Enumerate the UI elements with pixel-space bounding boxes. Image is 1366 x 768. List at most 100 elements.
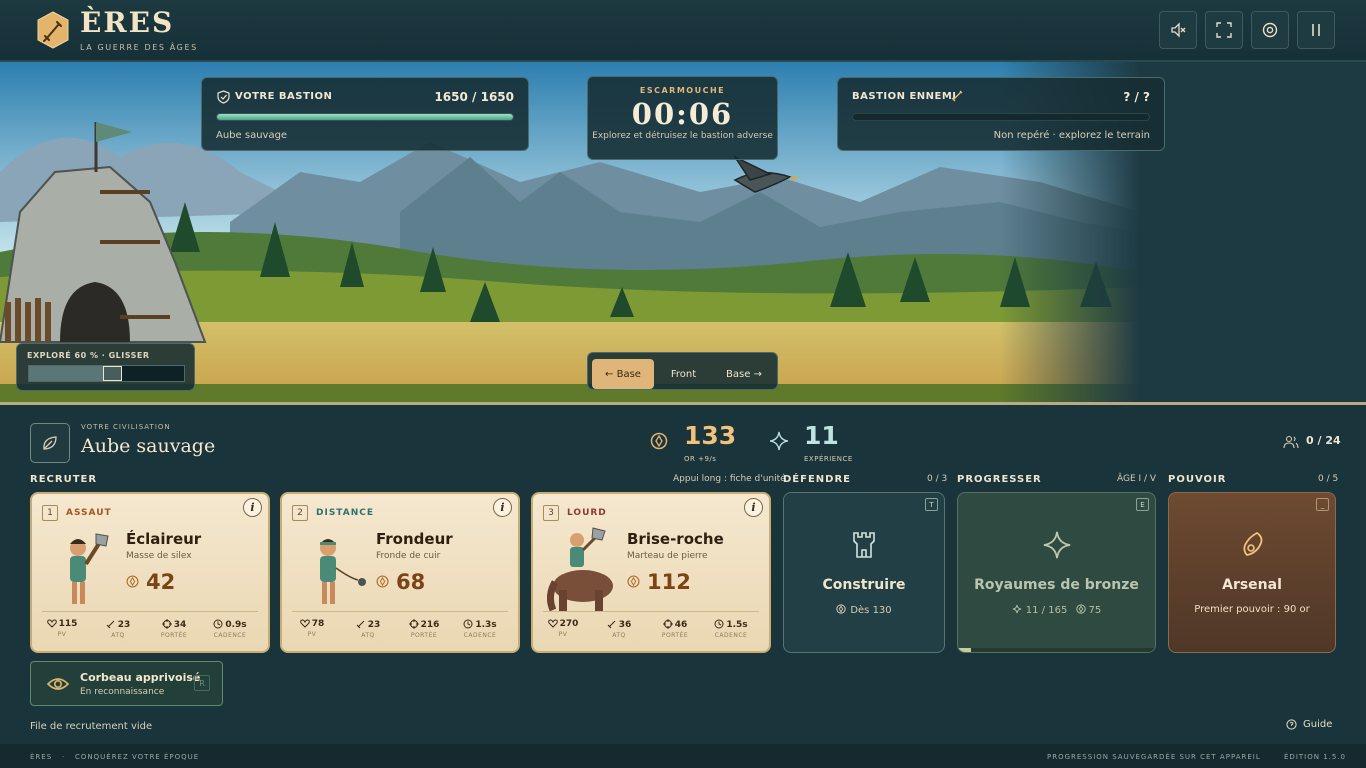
- civ-label: VOTRE CIVILISATION: [81, 423, 171, 431]
- brise-roche-sprite: [547, 527, 613, 612]
- unit-card-brise-roche[interactable]: 3 LOURD i Brise-roche Marteau de pierre …: [531, 492, 771, 653]
- stat-rate: 1.3s CADENCE: [452, 619, 508, 639]
- heart-icon: [299, 619, 310, 628]
- recruit-hint: Appui long : fiche d'unité: [673, 474, 786, 484]
- enemy-bastion-status: Non repéré · explorez le terrain: [993, 130, 1150, 141]
- power-arsenal-button[interactable]: _ Arsenal Premier pouvoir : 90 or: [1168, 492, 1336, 653]
- build-cost-value: Dès 130: [850, 605, 892, 616]
- mute-icon: [1171, 22, 1186, 38]
- sword-icon: [951, 90, 963, 102]
- command-console: VOTRE CIVILISATION Aube sauvage 133 OR +…: [0, 402, 1366, 744]
- stat-hp-label: PV: [57, 631, 67, 638]
- mute-button[interactable]: [1159, 11, 1197, 49]
- stat-hp-label: PV: [558, 631, 568, 638]
- player-bastion-hp-bar: [216, 113, 514, 121]
- footer: ÈRES · CONQUÉREZ VOTRE ÉPOQUE PROGRESSIO…: [0, 744, 1366, 768]
- unit-card-frondeur[interactable]: 2 DISTANCE i Frondeur Fronde de cuir 68 …: [280, 492, 520, 653]
- age-progress-fill: [958, 648, 972, 652]
- build-label: Construire: [822, 577, 906, 593]
- camera-nav-front[interactable]: Front: [656, 359, 711, 389]
- build-cost: Dès 130: [784, 604, 944, 616]
- match-timer-panel: ESCARMOUCHE 00:06 Explorez et détruisez …: [587, 76, 778, 160]
- card-divider: [292, 611, 508, 612]
- gold-coin-icon: [1075, 604, 1086, 614]
- unit-hotkey: 2: [292, 505, 308, 521]
- xp-amount: 11: [804, 421, 839, 450]
- stat-hp: 270 PV: [535, 619, 591, 638]
- guide-button[interactable]: Guide: [1286, 719, 1332, 730]
- unit-cost: 68: [396, 570, 426, 594]
- footer-version: ÉDITION 1.5.0: [1284, 753, 1346, 761]
- gold-coin-icon: [836, 604, 846, 614]
- fullscreen-button[interactable]: [1205, 11, 1243, 49]
- minimap-viewport-handle[interactable]: [103, 366, 122, 381]
- advance-age-cost: 11 / 165 75: [958, 604, 1155, 616]
- unit-cost: 42: [146, 570, 176, 594]
- settings-icon: [1262, 22, 1278, 38]
- unit-name: Éclaireur: [126, 530, 202, 548]
- sword-icon: [607, 620, 616, 629]
- gold-coin-icon: [627, 575, 640, 588]
- unit-hotkey: 3: [543, 505, 559, 521]
- stat-range: 216 PORTÉE: [396, 619, 452, 639]
- camera-nav: ← Base Front Base →: [587, 352, 778, 390]
- exploration-panel: EXPLORÉ 60 % · GLISSER: [16, 343, 195, 391]
- unit-info-button[interactable]: i: [744, 498, 763, 517]
- civ-emblem: [30, 423, 70, 463]
- stat-atk-label: ATQ: [111, 632, 125, 639]
- unit-class: ASSAUT: [66, 508, 112, 518]
- civ-name: Aube sauvage: [81, 435, 216, 457]
- stat-range-value: 46: [674, 620, 688, 630]
- stat-rate: 0.9s CADENCE: [202, 619, 258, 639]
- guide-label: Guide: [1303, 719, 1333, 730]
- stat-hp: 78 PV: [284, 619, 340, 638]
- footer-dot: ·: [62, 753, 66, 761]
- stat-range: 34 PORTÉE: [146, 619, 202, 639]
- eclaireur-sprite: [70, 533, 109, 604]
- shield-check-icon: [217, 90, 230, 104]
- top-bar: ÈRES LA GUERRE DES ÂGES: [0, 0, 1366, 62]
- mode-objective: Explorez et détruisez le bastion adverse: [592, 131, 773, 141]
- scout-name: Corbeau apprivoisé: [80, 671, 201, 684]
- population-count: 0 / 24: [1306, 434, 1341, 447]
- exploration-minimap[interactable]: [28, 365, 185, 382]
- stat-rate-label: CADENCE: [463, 632, 497, 639]
- unit-cost: 112: [647, 570, 691, 594]
- stat-hp-value: 115: [58, 619, 78, 629]
- match-timer: 00:06: [631, 97, 734, 131]
- power-title: POUVOIR: [1168, 474, 1227, 485]
- advance-age-button[interactable]: E Royaumes de bronze 11 / 165 75: [957, 492, 1156, 653]
- exploration-label: EXPLORÉ 60 % · GLISSER: [27, 351, 150, 360]
- help-icon: [1286, 719, 1297, 730]
- hotkey-badge: _: [1316, 498, 1329, 511]
- sparkle-icon: [1043, 531, 1071, 559]
- player-hp-fill: [217, 114, 513, 120]
- gold-coin-icon: [126, 575, 139, 588]
- advance-age-gold: 75: [1088, 605, 1102, 616]
- unit-info-button[interactable]: i: [243, 498, 262, 517]
- pause-icon: [1312, 24, 1320, 36]
- stat-rate-value: 0.9s: [225, 620, 247, 630]
- scout-raven-button[interactable]: Corbeau apprivoisé En reconnaissance R: [30, 661, 223, 706]
- footer-tagline: CONQUÉREZ VOTRE ÉPOQUE: [75, 753, 200, 761]
- gold-amount: 133: [684, 421, 737, 450]
- player-bastion-label: VOTRE BASTION: [235, 91, 333, 102]
- stat-atk-label: ATQ: [612, 632, 626, 639]
- unit-info-button[interactable]: i: [493, 498, 512, 517]
- stat-rate-value: 1.5s: [726, 620, 748, 630]
- stat-atk-value: 36: [618, 620, 632, 630]
- player-bastion-panel: VOTRE BASTION 1650 / 1650 Aube sauvage: [201, 77, 529, 151]
- build-defense-button[interactable]: T Construire Dès 130: [783, 492, 945, 653]
- pause-button[interactable]: [1297, 11, 1335, 49]
- enemy-bastion-hp: ? / ?: [1123, 90, 1150, 104]
- mode-label: ESCARMOUCHE: [639, 86, 726, 95]
- card-divider: [543, 611, 759, 612]
- unit-weapon: Fronde de cuir: [376, 551, 441, 561]
- footer-brand: ÈRES: [30, 753, 53, 761]
- unit-card-eclaireur[interactable]: 1 ASSAUT i Éclaireur Masse de silex 42 1…: [30, 492, 270, 653]
- settings-button[interactable]: [1251, 11, 1289, 49]
- camera-nav-base-left[interactable]: ← Base: [592, 359, 654, 389]
- battlefield-view[interactable]: VOTRE BASTION 1650 / 1650 Aube sauvage E…: [0, 62, 1366, 402]
- leaf-icon: [43, 436, 57, 450]
- camera-nav-base-right[interactable]: Base →: [714, 359, 774, 389]
